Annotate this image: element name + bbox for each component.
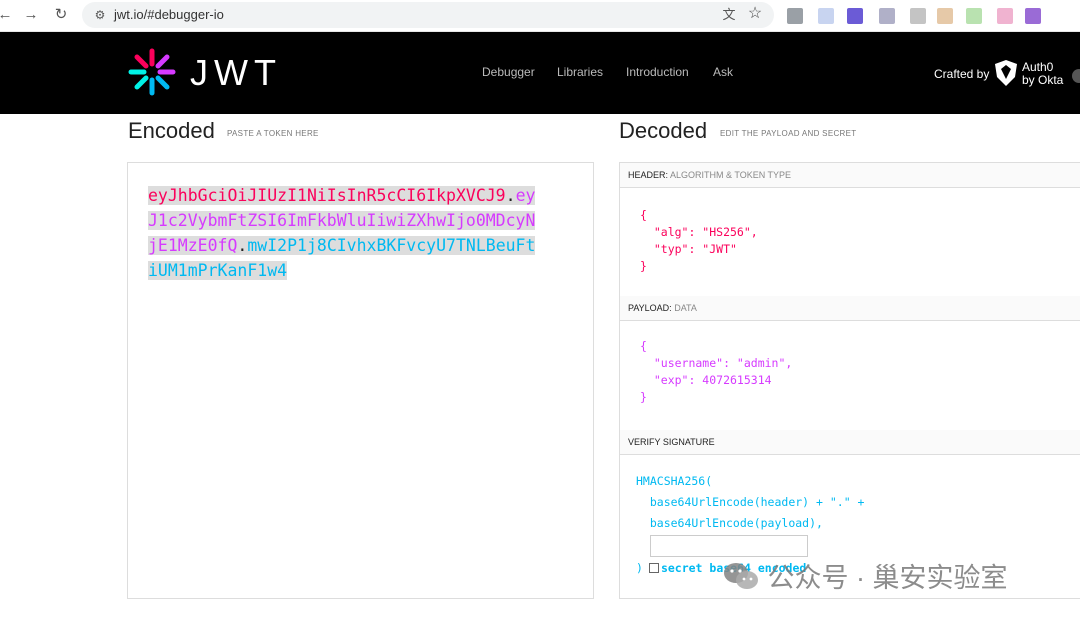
encoded-title: Encoded [128,118,215,143]
extension-icon[interactable] [787,8,803,24]
extension-icon[interactable] [1025,8,1041,24]
site-header: JWT Debugger Libraries Introduction Ask … [0,32,1080,114]
header-sublabel: ALGORITHM & TOKEN TYPE [670,170,792,180]
extension-icon[interactable] [847,8,863,24]
secret-input[interactable] [650,535,808,557]
verify-signature-title: VERIFY SIGNATURE [620,430,1080,455]
header-label: HEADER: [628,170,669,180]
payload-section-title: PAYLOAD: DATA [620,296,1080,321]
watermark: 公众号 · 巢安实验室 [722,556,1008,593]
encoded-subtitle: PASTE A TOKEN HERE [227,129,319,138]
extension-icon[interactable] [966,8,982,24]
token-header-part: eyJhbGciOiJIUzI1NiIsInR5cCI6IkpXVCJ9 [148,186,506,205]
browser-toolbar: ← → ↻ ⚙ jwt.io/#debugger-io 文 ☆ [0,0,1080,32]
wechat-icon [724,563,758,589]
base64-checkbox[interactable] [648,563,659,573]
translate-icon[interactable]: 文 [720,6,738,24]
arrow-right-icon[interactable]: → [20,4,42,26]
star-icon[interactable]: ☆ [746,5,764,23]
payload-label: PAYLOAD: [628,303,672,313]
tune-icon[interactable]: ⚙ [90,5,110,25]
auth0-shield-icon[interactable] [994,59,1018,87]
extension-icon[interactable] [937,8,953,24]
nav-ask[interactable]: Ask [713,65,733,79]
encoded-token-editor[interactable]: eyJhbGciOiJIUzI1NiIsInR5cCI6IkpXVCJ9.eyJ… [127,162,594,599]
nav-debugger[interactable]: Debugger [482,65,535,79]
token-text[interactable]: eyJhbGciOiJIUzI1NiIsInR5cCI6IkpXVCJ9.eyJ… [148,183,540,283]
token-dot: . [237,236,248,255]
jwt-logo-text[interactable]: JWT [190,52,282,94]
jwt-logo-icon[interactable] [127,47,177,97]
payload-json-editor[interactable]: { "username": "admin", "exp": 4072615314… [640,338,792,406]
nav-libraries[interactable]: Libraries [557,65,603,79]
header-json-editor[interactable]: { "alg": "HS256", "typ": "JWT" } [640,207,758,275]
watermark-text: 公众号 · 巢安实验室 [767,563,1008,593]
reload-icon[interactable]: ↻ [50,4,72,26]
close-paren: ) [636,561,643,575]
extension-icon[interactable] [818,8,834,24]
address-bar[interactable]: ⚙ jwt.io/#debugger-io 文 ☆ [82,2,774,28]
arrow-left-icon[interactable]: ← [0,4,16,26]
extension-icon[interactable] [910,8,926,24]
crafted-by-label: Crafted by [934,67,990,81]
toggle-icon[interactable] [1072,69,1080,83]
extension-icon[interactable] [879,8,895,24]
auth0-link[interactable]: Auth0 by Okta [1022,61,1063,87]
verify-signature-code: HMACSHA256( base64UrlEncode(header) + ".… [636,474,865,530]
payload-sublabel: DATA [674,303,697,313]
decoded-panel: HEADER: ALGORITHM & TOKEN TYPE { "alg": … [619,162,1080,599]
auth0-line2: by Okta [1022,73,1064,87]
nav-introduction[interactable]: Introduction [626,65,689,79]
decoded-title: Decoded [619,118,708,143]
header-section-title: HEADER: ALGORITHM & TOKEN TYPE [620,163,1080,188]
url-text[interactable]: jwt.io/#debugger-io [114,7,224,22]
token-dot: . [505,186,516,205]
decoded-subtitle: EDIT THE PAYLOAD AND SECRET [720,129,857,138]
extension-icon[interactable] [997,8,1013,24]
